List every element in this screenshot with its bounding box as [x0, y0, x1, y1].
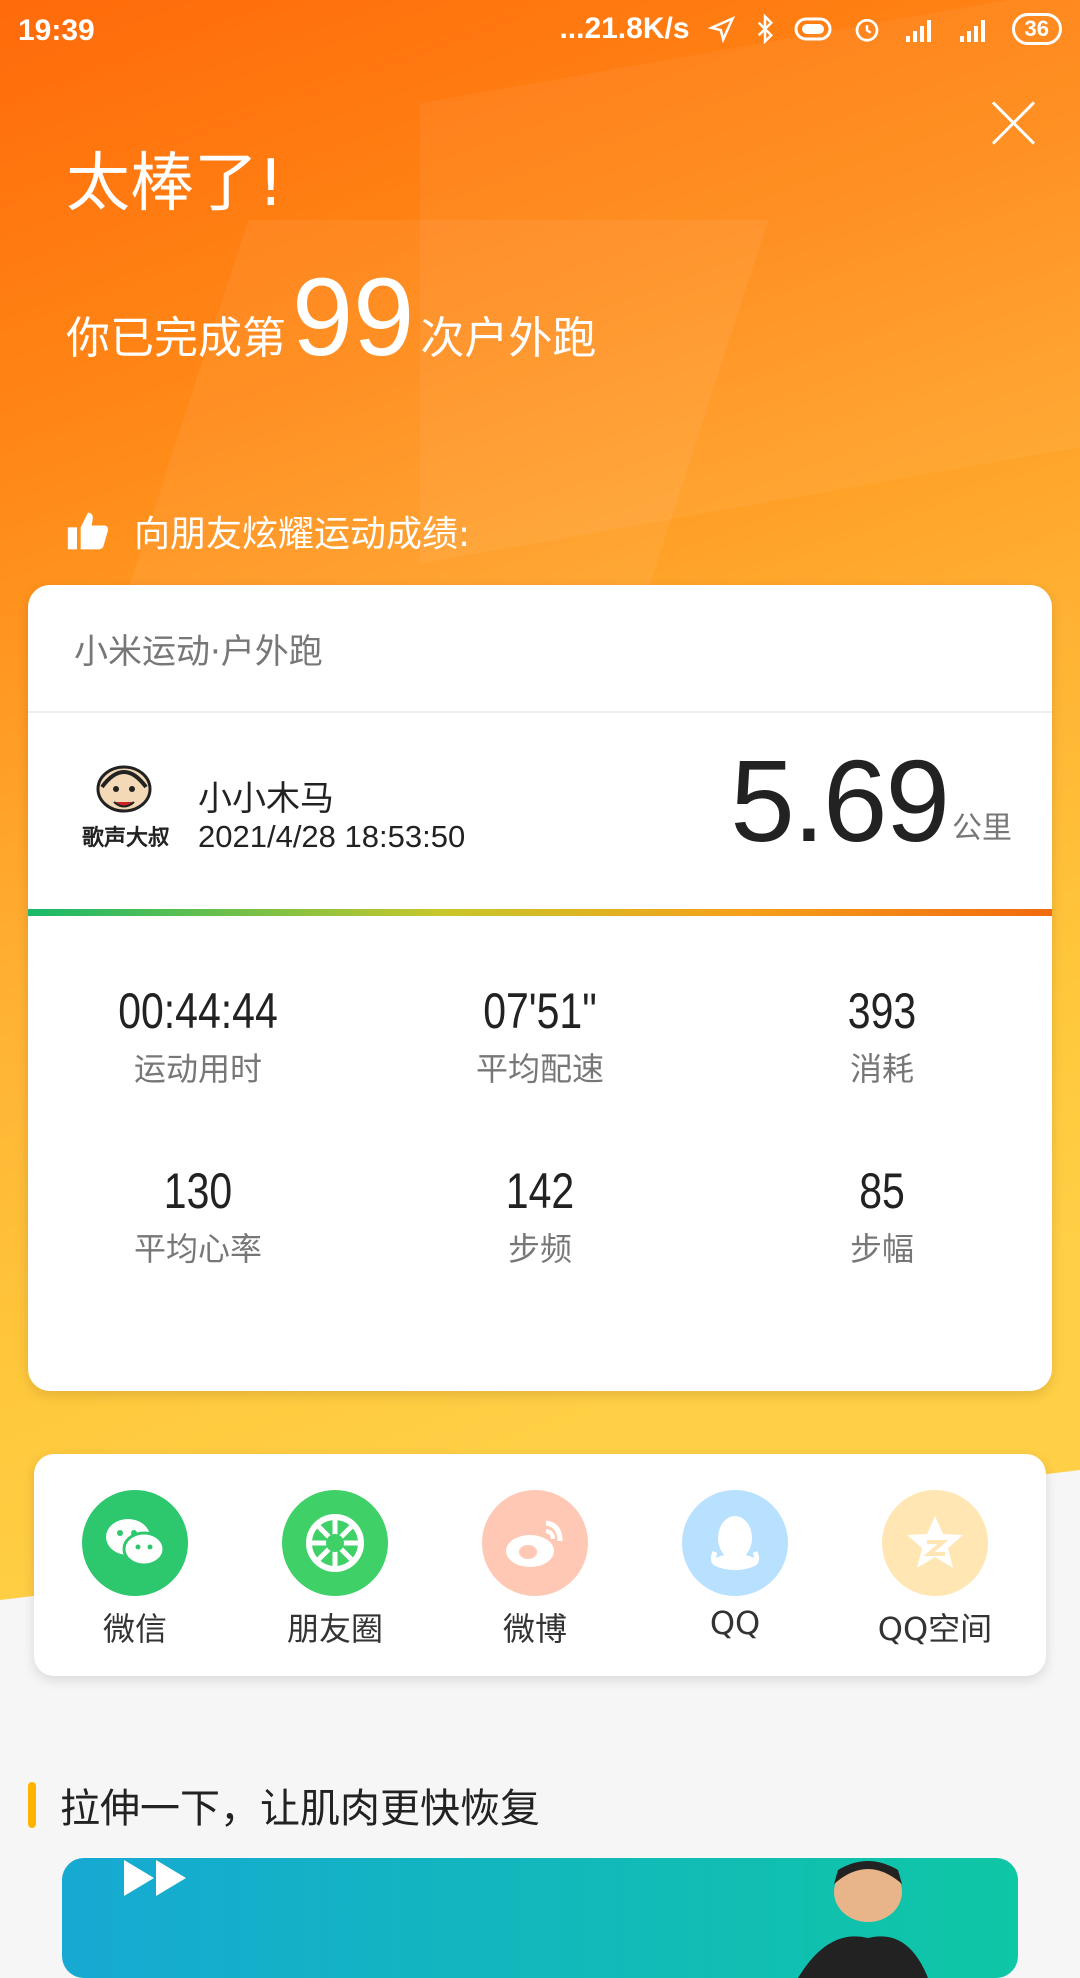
play-forward-icon — [120, 1858, 200, 1898]
page-title: 太棒了! — [66, 147, 284, 221]
stretch-section-header: 拉伸一下，让肌肉更快恢复 — [28, 1776, 540, 1834]
svg-text:歌声大叔: 歌声大叔 — [82, 825, 171, 851]
gradient-divider — [28, 909, 1052, 916]
completion-prefix: 你已完成第 — [66, 313, 286, 364]
stat-label: 运动用时 — [133, 1050, 262, 1088]
share-label: 朋友圈 — [286, 1610, 383, 1648]
share-label: QQ空间 — [877, 1610, 993, 1648]
share-qzone-button[interactable]: QQ空间 — [860, 1490, 1010, 1650]
result-card: 小米运动·户外跑 歌声大叔 小小木马 2021/4/28 18:53:50 5.… — [28, 585, 1052, 1391]
wechat-icon — [82, 1490, 188, 1596]
stat-value: 393 — [847, 983, 917, 1039]
alarm-icon — [852, 14, 882, 44]
weibo-icon — [482, 1490, 588, 1596]
signal-4g-icon — [900, 14, 940, 44]
stat-calories: 393 消耗 — [712, 982, 1052, 1090]
status-time: 19:39 — [18, 14, 95, 47]
stretch-banner[interactable] — [62, 1858, 1018, 1978]
distance-display: 5.69 公里 — [730, 743, 1012, 859]
share-wechat-button[interactable]: 微信 — [60, 1490, 210, 1650]
stat-label: 步幅 — [849, 1230, 914, 1268]
status-bar: 19:39 ...21.8K/s 36 — [0, 0, 1080, 64]
section-title: 拉伸一下，让肌肉更快恢复 — [60, 1786, 540, 1832]
completion-count: 99 — [292, 256, 415, 379]
stat-label: 平均配速 — [475, 1050, 604, 1088]
share-panel: 微信 朋友圈 微博 QQ QQ空间 — [34, 1454, 1046, 1676]
completion-suffix: 次户外跑 — [420, 313, 597, 364]
share-moments-button[interactable]: 朋友圈 — [260, 1490, 410, 1650]
thumbs-up-icon — [66, 509, 110, 553]
run-datetime: 2021/4/28 18:53:50 — [198, 819, 466, 854]
close-icon[interactable] — [990, 100, 1036, 146]
stat-value: 85 — [859, 1163, 905, 1219]
battery-saver-icon — [794, 15, 834, 43]
stat-label: 消耗 — [849, 1050, 914, 1088]
section-marker — [28, 1782, 36, 1828]
user-row: 歌声大叔 小小木马 2021/4/28 18:53:50 5.69 公里 — [28, 713, 1052, 909]
qq-icon — [682, 1490, 788, 1596]
share-qq-button[interactable]: QQ — [660, 1490, 810, 1642]
share-weibo-button[interactable]: 微博 — [460, 1490, 610, 1650]
avatar: 歌声大叔 — [68, 747, 184, 863]
bluetooth-icon — [754, 14, 776, 44]
share-label: QQ — [709, 1604, 761, 1642]
moments-icon — [282, 1490, 388, 1596]
stat-label: 平均心率 — [133, 1230, 262, 1268]
qzone-icon — [882, 1490, 988, 1596]
card-app-label: 小米运动·户外跑 — [28, 585, 1052, 713]
distance-unit: 公里 — [952, 811, 1012, 846]
brag-row: 向朋友炫耀运动成绩: — [66, 505, 470, 557]
user-name: 小小木马 — [198, 779, 334, 819]
stat-value: 00:44:44 — [118, 983, 278, 1039]
brag-label: 向朋友炫耀运动成绩: — [134, 514, 471, 555]
stat-pace: 07'51" 平均配速 — [370, 982, 710, 1090]
share-label: 微信 — [102, 1610, 167, 1648]
stat-duration: 00:44:44 运动用时 — [28, 982, 368, 1090]
stat-value: 07'51" — [483, 983, 597, 1039]
completion-text: 你已完成第 99 次户外跑 — [66, 256, 597, 379]
trainer-image — [788, 1858, 938, 1978]
stats-grid: 00:44:44 运动用时 07'51" 平均配速 393 消耗 130 平均心… — [28, 916, 1052, 1386]
network-speed: ...21.8K/s — [559, 12, 690, 45]
stat-cadence: 142 步频 — [370, 1162, 710, 1270]
stat-heart-rate: 130 平均心率 — [28, 1162, 368, 1270]
stat-value: 130 — [163, 1163, 233, 1219]
stat-stride: 85 步幅 — [712, 1162, 1052, 1270]
share-label: 微博 — [502, 1610, 567, 1648]
stat-value: 142 — [505, 1163, 575, 1219]
location-icon — [707, 15, 736, 43]
distance-value: 5.69 — [730, 736, 950, 866]
signal-icon — [958, 14, 994, 44]
battery-indicator: 36 — [1011, 13, 1062, 45]
stat-label: 步频 — [507, 1230, 572, 1268]
